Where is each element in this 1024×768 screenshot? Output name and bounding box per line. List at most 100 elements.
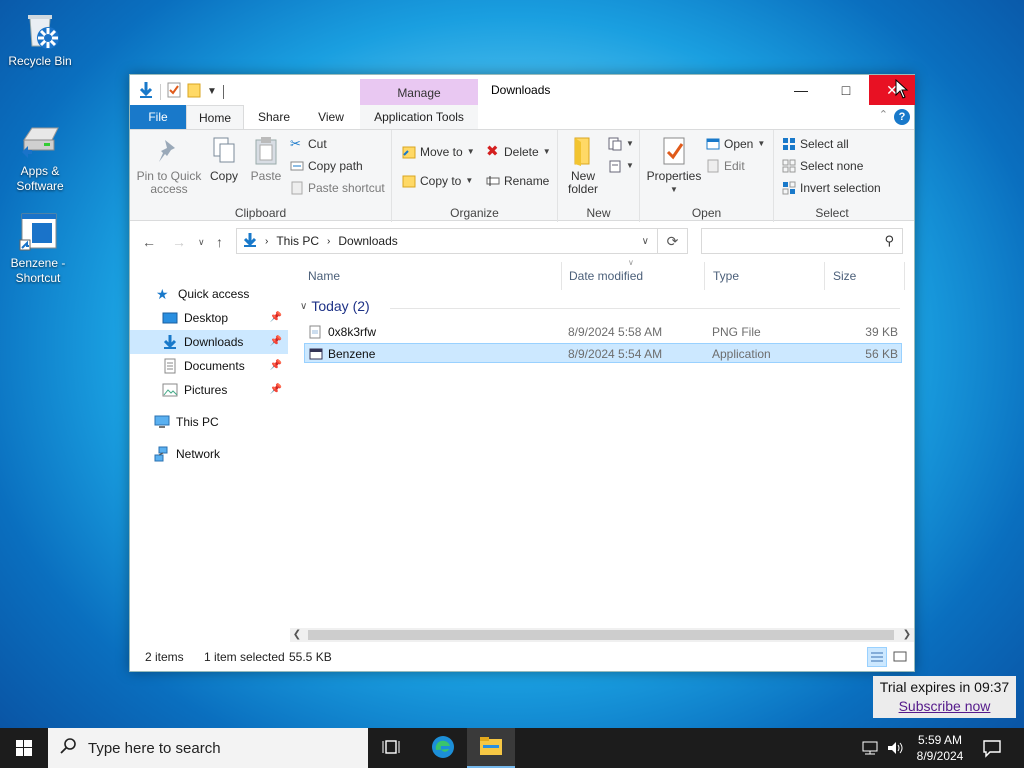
customize-qat-icon[interactable]: ▼ [207,86,217,97]
properties-icon [660,136,688,166]
file-size: 39 KB [865,325,898,339]
open-button[interactable]: Open ▼ [706,134,765,154]
move-to-button[interactable]: Move to ▼ [402,142,475,162]
nav-label: This PC [176,415,219,429]
open-icon [706,137,720,151]
new-folder-icon[interactable] [187,82,201,101]
address-row: ← → ∨ ↑ › This PC › Downloads ∨ ⟳ ⚲ [130,222,914,262]
dropdown-arrow-icon: ▼ [626,161,634,170]
group-header-today[interactable]: ∨ Today (2) [300,298,900,314]
properties-button[interactable]: Properties ▼ [644,136,704,196]
taskbar-clock[interactable]: 5:59 AM 8/9/2024 [912,732,968,764]
easy-access-icon [608,159,622,173]
desktop-icon-apps-software[interactable]: Apps & Software [2,118,78,194]
pin-icon[interactable]: 📌 [270,354,282,378]
new-folder-button[interactable]: New folder [560,136,606,196]
easy-access-button[interactable]: ▼ [608,156,634,176]
taskbar-search[interactable]: Type here to search [48,728,368,768]
nav-label: Desktop [184,311,229,325]
pin-icon[interactable]: 📌 [270,330,282,354]
tab-home[interactable]: Home [186,105,244,129]
select-all-button[interactable]: Select all [782,134,849,154]
scroll-right-icon[interactable]: ❯ [900,628,914,642]
nav-desktop[interactable]: Desktop 📌 [130,306,288,330]
minimize-button[interactable]: — [778,75,824,105]
volume-tray-icon[interactable] [886,740,904,759]
tab-application-tools[interactable]: Application Tools [360,105,478,129]
details-view-icon[interactable] [867,647,887,667]
dropdown-arrow-icon: ▼ [757,139,766,148]
dropdown-arrow-icon: ▼ [466,147,475,156]
file-explorer-button[interactable] [467,728,515,768]
copy-path-button[interactable]: Copy path [290,156,363,176]
subscribe-link[interactable]: Subscribe now [873,697,1016,716]
delete-button[interactable]: ✖ Delete ▼ [486,142,551,162]
breadcrumb-downloads[interactable]: Downloads [338,234,397,248]
horizontal-scrollbar[interactable]: ❮ ❯ [290,628,914,642]
nav-label: Documents [184,359,245,373]
nav-label: Downloads [184,335,244,349]
status-selected: 1 item selected [204,650,285,664]
new-item-button[interactable]: ▼ [608,134,634,154]
tab-share[interactable]: Share [244,105,304,129]
search-icon [60,737,78,759]
invert-selection-button[interactable]: Invert selection [782,178,881,198]
breadcrumb-this-pc[interactable]: This PC [276,234,319,248]
address-bar[interactable]: › This PC › Downloads ∨ [236,228,658,254]
column-header-size[interactable]: Size [825,262,905,290]
edge-button[interactable] [419,728,467,768]
help-icon[interactable]: ? [894,109,910,125]
group-organize: Move to ▼ Copy to ▼ ✖ Delete ▼ Rename Or… [392,130,558,222]
column-header-type[interactable]: Type [705,262,825,290]
file-row-0x8k3rfw[interactable]: 0x8k3rfw 8/9/2024 5:58 AM PNG File 39 KB [304,322,902,342]
pin-icon[interactable]: 📌 [270,378,282,402]
notification-center-icon[interactable] [982,738,1002,761]
forward-arrow-icon[interactable]: → [172,234,186,250]
desktop-icon-recycle-bin[interactable]: Recycle Bin [2,8,78,69]
taskbar: Type here to search 5:59 AM 8/9/2024 [0,728,1024,768]
rename-button[interactable]: Rename [486,171,549,191]
file-row-benzene[interactable]: Benzene 8/9/2024 5:54 AM Application 56 … [304,343,902,363]
ribbon: Pin to Quick access Copy Paste ✂ Cut Cop… [130,129,914,222]
pin-label: Pin to Quick access [136,169,202,196]
start-button[interactable] [0,728,48,768]
properties-check-icon[interactable] [167,82,181,101]
network-tray-icon[interactable] [861,740,879,759]
maximize-button[interactable]: □ [823,75,869,105]
nav-documents[interactable]: Documents 📌 [130,354,288,378]
nav-this-pc[interactable]: This PC [130,410,288,434]
tab-view[interactable]: View [304,105,358,129]
down-arrow-icon[interactable] [138,81,154,102]
nav-network[interactable]: Network [130,442,288,466]
pin-icon[interactable]: 📌 [270,306,282,330]
address-dropdown-icon[interactable]: ∨ [642,236,649,247]
pin-quick-access-button[interactable]: Pin to Quick access [136,136,202,196]
up-arrow-icon[interactable]: ↑ [216,234,223,250]
cut-button[interactable]: ✂ Cut [290,134,327,154]
paste-button[interactable]: Paste [246,136,286,183]
windows-logo-icon [16,740,32,756]
select-none-button[interactable]: Select none [782,156,863,176]
pictures-folder-icon [162,382,178,398]
copy-to-button[interactable]: Copy to ▼ [402,171,473,191]
column-header-name[interactable]: Name [300,262,562,290]
nav-downloads[interactable]: Downloads 📌 [130,330,288,354]
scroll-left-icon[interactable]: ❮ [290,628,304,642]
search-input[interactable]: ⚲ [701,228,903,254]
file-date: 8/9/2024 5:54 AM [568,347,663,361]
task-view-button[interactable] [368,728,416,768]
collapse-ribbon-icon[interactable]: ⌃ [879,108,888,121]
desktop-icon-benzene-shortcut[interactable]: Benzene - Shortcut [0,210,76,286]
recent-locations-icon[interactable]: ∨ [198,237,205,248]
nav-pictures[interactable]: Pictures 📌 [130,378,288,402]
tab-file[interactable]: File [130,105,186,129]
large-icons-view-icon[interactable] [890,647,910,667]
application-file-icon [309,347,323,361]
paste-shortcut-button[interactable]: Paste shortcut [290,178,385,198]
refresh-button[interactable]: ⟳ [658,228,688,254]
edit-button[interactable]: Edit [706,156,745,176]
back-arrow-icon[interactable]: ← [142,234,156,250]
copy-button[interactable]: Copy [204,136,244,183]
nav-quick-access[interactable]: ★ Quick access [130,282,288,306]
scrollbar-thumb[interactable] [308,630,894,640]
